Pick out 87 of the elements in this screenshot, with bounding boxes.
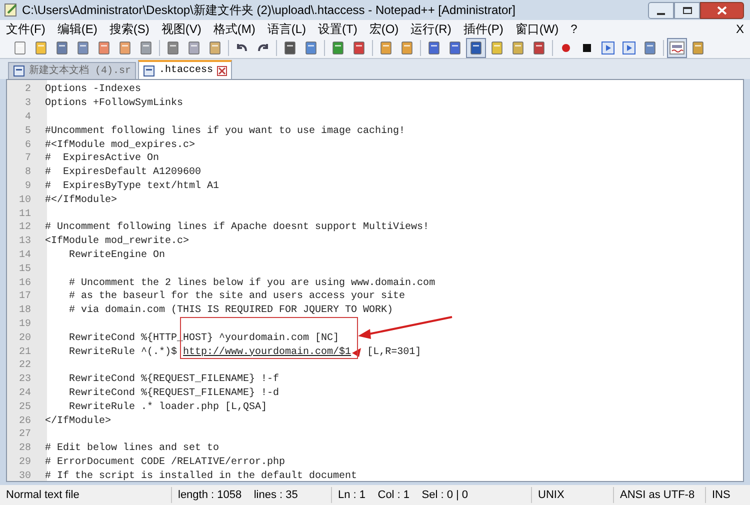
line-number: 14 xyxy=(18,248,32,263)
line-number: 7 xyxy=(24,152,32,166)
status-text: ANSI as UTF-8 xyxy=(614,486,706,504)
status-text: Ln : 1 Col : 1 Sel : 0 | 0 xyxy=(332,486,532,504)
menu-close-button[interactable]: X xyxy=(736,20,744,38)
code-line: # Edit below lines and set to xyxy=(45,442,220,456)
line-number: 16 xyxy=(18,276,32,291)
status-text: Normal text file xyxy=(0,486,172,504)
menu-item[interactable]: 文件(F) xyxy=(6,20,46,38)
line-number: 22 xyxy=(18,359,32,374)
menu-item[interactable]: 设置(T) xyxy=(318,20,358,38)
line-number: 17 xyxy=(18,290,32,304)
code-line: # via domain.com (THIS IS REQUIRED FOR JQUERY TO WORK) xyxy=(68,304,394,318)
line-number: 15 xyxy=(18,262,32,277)
code-line: <IfModule mod_rewrite.c> xyxy=(45,234,190,250)
line-number: 18 xyxy=(18,304,32,318)
code-line: # Uncomment the 2 lines below if you are using www.domain.com xyxy=(68,276,436,290)
maximize-button[interactable] xyxy=(674,2,700,18)
code-line: # ErrorDocument CODE /RELATIVE/error.php xyxy=(45,456,286,470)
url-link[interactable]: http://www.yourdomain.com/$1 xyxy=(183,344,352,360)
spellcheck-icon[interactable] xyxy=(667,38,687,58)
line-number: 13 xyxy=(18,235,32,250)
line-number: 9 xyxy=(24,180,32,194)
menu-item[interactable]: 视图(V) xyxy=(161,20,202,38)
line-number: 28 xyxy=(18,442,32,456)
line-number: 21 xyxy=(18,346,32,360)
line-number: 29 xyxy=(18,456,32,470)
line-number: 26 xyxy=(18,414,32,429)
code-line: # as the baseurl for the site and users access your site xyxy=(68,290,406,304)
code-line: # Uncomment following lines if Apache doesnt support MultiViews! xyxy=(45,220,430,236)
line-number: 27 xyxy=(18,428,32,442)
line-number: 5 xyxy=(24,124,32,139)
line-number: 19 xyxy=(18,318,32,332)
line-number: 2 xyxy=(24,83,32,98)
line-number: 12 xyxy=(18,221,32,236)
menu-item[interactable]: 搜索(S) xyxy=(109,20,150,38)
menu-item[interactable]: 宏(O) xyxy=(369,20,399,38)
menu-item[interactable]: 运行(R) xyxy=(410,20,452,38)
pointer-arrow xyxy=(352,348,362,357)
code-line: #</IfModule> xyxy=(45,194,118,208)
code-line: #Uncomment following lines if you want to use image caching! xyxy=(45,124,406,139)
line-number: 8 xyxy=(24,166,32,180)
close-tab-icon[interactable] xyxy=(217,66,228,76)
code-line: # If the script is installed in the default document xyxy=(45,470,358,481)
notepad-icon xyxy=(4,3,18,17)
line-number: 6 xyxy=(24,138,32,153)
code-line: RewriteCond %{REQUEST_FILENAME} !-d xyxy=(68,386,280,401)
menu-item[interactable]: 窗口(W) xyxy=(515,20,559,38)
document-icon xyxy=(143,64,156,76)
code-line: RewriteEngine On xyxy=(68,248,166,263)
menu-item[interactable]: 格式(M) xyxy=(213,20,256,38)
file-tab[interactable]: .htaccess xyxy=(138,60,232,79)
code-line: # ExpiresDefault A1209600 xyxy=(45,166,202,180)
line-number: 10 xyxy=(18,194,32,208)
tab-label: .htaccess xyxy=(159,64,214,78)
menu-item[interactable]: 编辑(E) xyxy=(57,20,98,38)
code-line: # ExpiresByType text/html A1 xyxy=(45,180,220,194)
line-number: 20 xyxy=(18,332,32,346)
line-number: 3 xyxy=(24,97,32,112)
code-line: # ExpiresActive On xyxy=(45,152,160,166)
status-text: length : 1058 lines : 35 xyxy=(172,486,332,504)
window-title: C:\Users\Administrator\Desktop\新建文件夹 (2)\upload\.htaccess - Notepad++ [Administrator] xyxy=(22,2,516,19)
line-number: 23 xyxy=(18,373,32,388)
status-text: UNIX xyxy=(532,486,614,504)
minimize-button[interactable] xyxy=(648,2,674,18)
file-tab[interactable]: 新建文本文档 (4).sr xyxy=(8,62,136,79)
code-line: RewriteRule .* loader.php [L,QSA] xyxy=(68,400,268,415)
tab-label: 新建文本文档 (4).sr xyxy=(29,64,132,78)
line-number: 30 xyxy=(18,470,32,481)
line-number: 24 xyxy=(18,386,32,401)
code-line: [L,R=301] xyxy=(366,346,422,360)
code-line: Options -Indexes xyxy=(45,82,142,98)
status-text: INS xyxy=(711,488,732,503)
code-line: Options +FollowSymLinks xyxy=(45,96,184,112)
code-line: RewriteRule ^(.*)$ xyxy=(68,346,178,360)
menu-item[interactable]: ? xyxy=(570,20,578,38)
line-number: 11 xyxy=(18,208,32,222)
menu-item[interactable]: 插件(P) xyxy=(463,20,504,38)
code-line: </IfModule> xyxy=(45,414,112,429)
code-line: #<IfModule mod_expires.c> xyxy=(45,138,196,152)
menu-item[interactable]: 语言(L) xyxy=(267,20,306,38)
line-number: 4 xyxy=(24,111,32,125)
close-button[interactable] xyxy=(700,2,744,18)
close-icon xyxy=(717,6,727,14)
document-icon xyxy=(13,65,25,77)
line-number: 25 xyxy=(18,400,32,415)
code-line: RewriteCond %{REQUEST_FILENAME} !-f xyxy=(68,372,280,388)
